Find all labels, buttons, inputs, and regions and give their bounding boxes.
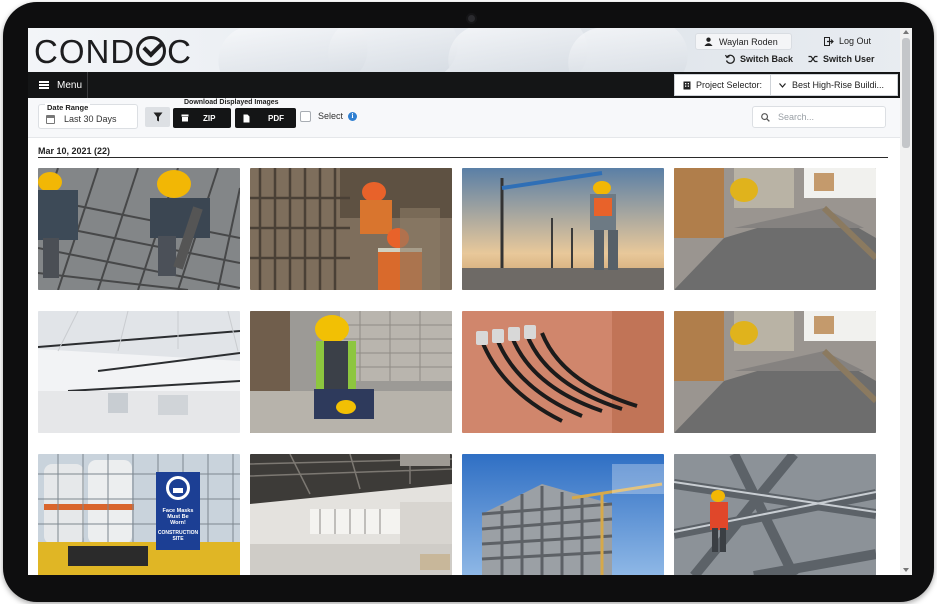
- calendar-icon: [46, 114, 55, 124]
- select-label: Select: [318, 111, 344, 121]
- date-range-value: Last 30 Days: [64, 114, 117, 124]
- archive-icon: [181, 114, 189, 122]
- date-group-heading: Mar 10, 2021 (22): [38, 146, 888, 158]
- chevron-down-icon: [779, 82, 786, 88]
- camera-dot: [466, 13, 477, 24]
- scroll-up-icon[interactable]: [903, 30, 909, 34]
- image-thumbnail[interactable]: [462, 454, 664, 575]
- user-chip[interactable]: Waylan Roden: [695, 33, 792, 50]
- logo-check-icon: [136, 36, 167, 66]
- undo-icon: [725, 54, 735, 64]
- logo-text-end: C: [167, 33, 193, 70]
- download-label: Download Displayed Images: [184, 99, 279, 106]
- logout-label: Log Out: [839, 36, 872, 46]
- date-range-value-wrap: Last 30 Days: [46, 114, 117, 124]
- image-thumbnail[interactable]: [462, 311, 664, 433]
- user-icon: [704, 37, 713, 46]
- image-thumbnail[interactable]: [674, 454, 876, 575]
- sign-line-3: Worn!: [170, 520, 186, 526]
- hamburger-icon: [39, 81, 49, 89]
- nav-bar: Menu Project Selector: Best High-Rise Bu…: [28, 72, 912, 98]
- filter-icon: [153, 112, 162, 122]
- sign-line-5: SITE: [172, 536, 184, 542]
- info-icon[interactable]: i: [348, 111, 358, 121]
- date-range-picker[interactable]: Date Range Last 30 Days: [38, 103, 138, 129]
- logo-text: COND: [34, 33, 136, 70]
- file-icon: [243, 114, 250, 122]
- app-header: COND C Waylan Roden Log Out Switch Back S…: [28, 28, 912, 72]
- image-thumbnail[interactable]: [38, 311, 240, 433]
- menu-button[interactable]: Menu: [28, 72, 88, 98]
- image-thumbnail[interactable]: [674, 168, 876, 290]
- photo-steel-beams-worker: [674, 454, 876, 575]
- photo-face-mask-sign: Face Masks Must Be Worn! CONSTRUCTION SI…: [38, 454, 240, 575]
- logout-button[interactable]: Log Out: [824, 36, 871, 46]
- download-pdf-button[interactable]: PDF: [235, 108, 296, 128]
- switch-back-button[interactable]: Switch Back: [725, 54, 793, 64]
- condoc-logo[interactable]: COND C: [34, 35, 192, 68]
- switch-user-button[interactable]: Switch User: [808, 54, 875, 64]
- image-thumbnail[interactable]: [250, 311, 452, 433]
- search-input[interactable]: [778, 112, 878, 122]
- select-checkbox[interactable]: [300, 111, 311, 122]
- filter-button[interactable]: [145, 107, 170, 127]
- header-background-art: [323, 28, 463, 72]
- switch-user-label: Switch User: [823, 54, 875, 64]
- photo-interior-ceiling: [38, 311, 240, 433]
- photo-crane-site-worker: [462, 168, 664, 290]
- image-thumbnail[interactable]: [462, 168, 664, 290]
- project-selector-label-cell: Project Selector:: [675, 75, 771, 95]
- header-background-art: [563, 28, 693, 72]
- select-label-wrap: Select i: [318, 111, 358, 121]
- scroll-thumb[interactable]: [902, 38, 910, 148]
- photo-rebar-workers: [38, 168, 240, 290]
- logout-icon: [824, 36, 834, 46]
- search-box: [752, 106, 886, 128]
- scroll-down-icon[interactable]: [903, 568, 909, 572]
- pdf-label: PDF: [268, 113, 284, 123]
- image-thumbnail[interactable]: [250, 454, 452, 575]
- project-selector-label: Project Selector:: [696, 80, 763, 90]
- photo-trench-workers: [250, 168, 452, 290]
- project-dropdown[interactable]: Best High-Rise Buildi...: [771, 75, 897, 95]
- date-range-label: Date Range: [45, 103, 91, 112]
- zip-label: ZIP: [203, 113, 216, 123]
- photo-building-frame-crane: [462, 454, 664, 575]
- switch-back-label: Switch Back: [740, 54, 794, 64]
- project-selected-value: Best High-Rise Buildi...: [792, 80, 885, 90]
- shuffle-icon: [808, 55, 818, 63]
- photo-electrical-cables: [462, 311, 664, 433]
- search-icon: [761, 112, 770, 122]
- user-name: Waylan Roden: [719, 36, 778, 47]
- image-thumbnail[interactable]: Face Masks Must Be Worn! CONSTRUCTION SI…: [38, 454, 240, 575]
- filter-toolbar: Date Range Last 30 Days Download Display…: [28, 98, 900, 138]
- app-screen: COND C Waylan Roden Log Out Switch Back S…: [28, 28, 912, 575]
- project-selector[interactable]: Project Selector: Best High-Rise Buildi.…: [674, 74, 898, 96]
- photo-concrete-pour: [674, 311, 876, 433]
- date-group-title: Mar 10, 2021 (22): [38, 146, 111, 156]
- photo-office-interior: [250, 454, 452, 575]
- photo-concrete-pour: [674, 168, 876, 290]
- download-zip-button[interactable]: ZIP: [173, 108, 231, 128]
- image-thumbnail[interactable]: [38, 168, 240, 290]
- image-thumbnail[interactable]: [250, 168, 452, 290]
- menu-label: Menu: [57, 79, 83, 91]
- building-icon: [683, 81, 691, 89]
- page-scrollbar[interactable]: [900, 28, 912, 575]
- photo-worker-seated-rubble: [250, 311, 452, 433]
- image-thumbnail[interactable]: [674, 311, 876, 433]
